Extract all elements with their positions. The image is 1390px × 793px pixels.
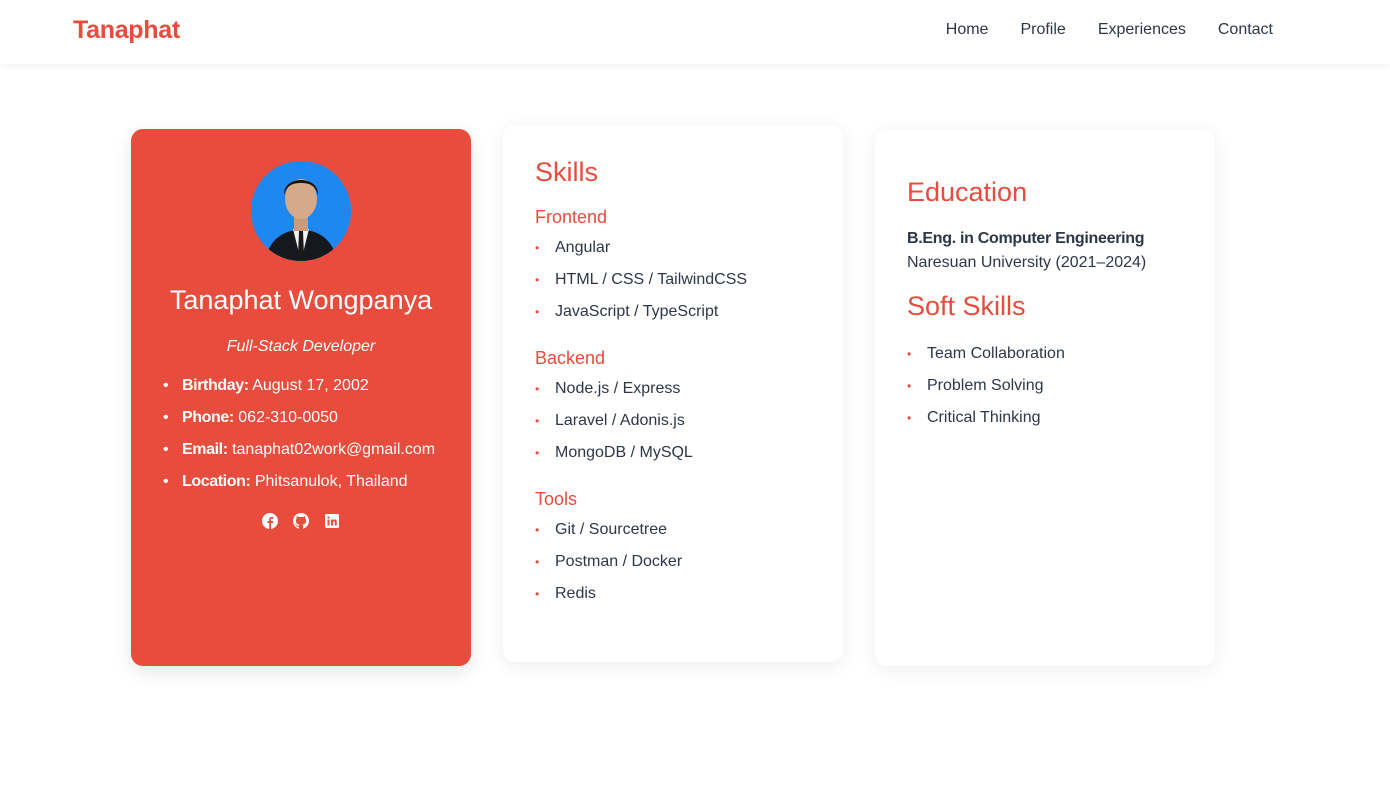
skill-group-backend-list: Node.js / Express Laravel / Adonis.js Mo… — [535, 378, 693, 474]
info-label: Birthday: — [182, 377, 249, 394]
info-label: Email: — [182, 441, 228, 458]
info-birthday: Birthday: August 17, 2002 — [163, 375, 435, 407]
skill-group-frontend-list: Angular HTML / CSS / TailwindCSS JavaScr… — [535, 237, 747, 333]
info-label: Location: — [182, 473, 251, 490]
profile-name: Tanaphat Wongpanya — [169, 285, 433, 315]
list-item: HTML / CSS / TailwindCSS — [535, 269, 747, 301]
list-item: Critical Thinking — [907, 407, 1065, 439]
avatar — [251, 161, 351, 261]
skill-group-frontend-title: Frontend — [535, 207, 608, 227]
list-item: Laravel / Adonis.js — [535, 410, 693, 442]
info-value: Phitsanulok, Thailand — [254, 473, 408, 490]
soft-skills-list: Team Collaboration Problem Solving Criti… — [907, 343, 1065, 439]
skills-card: Skills Frontend Angular HTML / CSS / Tai… — [503, 125, 843, 662]
skill-group-tools-title: Tools — [535, 489, 578, 509]
list-item: Team Collaboration — [907, 343, 1065, 375]
info-value: tanaphat02work@gmail.com — [232, 441, 436, 458]
info-phone: Phone: 062-310-0050 — [163, 407, 435, 439]
list-item: Node.js / Express — [535, 378, 693, 410]
education-title: Education — [907, 177, 1028, 207]
skill-group-tools-list: Git / Sourcetree Postman / Docker Redis — [535, 519, 682, 615]
education-degree: B.Eng. in Computer Engineering — [907, 230, 1145, 247]
info-label: Phone: — [182, 409, 234, 426]
brand-logo[interactable]: Tanaphat — [73, 16, 180, 45]
linkedin-icon[interactable] — [324, 513, 340, 529]
nav-home[interactable]: Home — [946, 21, 989, 39]
list-item: Angular — [535, 237, 747, 269]
profile-card: Tanaphat Wongpanya Full-Stack Developer … — [131, 129, 471, 666]
avatar-photo — [251, 161, 351, 261]
social-links — [131, 513, 471, 529]
info-location: Location: Phitsanulok, Thailand — [163, 471, 435, 503]
profile-role: Full-Stack Developer — [226, 338, 376, 355]
skills-title: Skills — [535, 157, 599, 187]
list-item: Problem Solving — [907, 375, 1065, 407]
info-value: 062-310-0050 — [238, 409, 338, 426]
education-school: Naresuan University (2021–2024) — [907, 254, 1147, 271]
list-item: Git / Sourcetree — [535, 519, 682, 551]
navbar: Tanaphat Home Profile Experiences Contac… — [0, 0, 1390, 64]
list-item: JavaScript / TypeScript — [535, 301, 747, 333]
list-item: Redis — [535, 583, 682, 615]
profile-info-list: Birthday: August 17, 2002 Phone: 062-310… — [163, 375, 435, 503]
facebook-icon[interactable] — [262, 513, 278, 529]
list-item: Postman / Docker — [535, 551, 682, 583]
nav-profile[interactable]: Profile — [1020, 21, 1065, 39]
education-card: Education B.Eng. in Computer Engineering… — [875, 129, 1215, 666]
nav-experiences[interactable]: Experiences — [1098, 21, 1186, 39]
soft-skills-title: Soft Skills — [907, 291, 1026, 321]
github-icon[interactable] — [293, 513, 309, 529]
info-email: Email: tanaphat02work@gmail.com — [163, 439, 435, 471]
list-item: MongoDB / MySQL — [535, 442, 693, 474]
main-nav: Home Profile Experiences Contact — [946, 21, 1273, 39]
skill-group-backend-title: Backend — [535, 348, 606, 368]
nav-contact[interactable]: Contact — [1218, 21, 1273, 39]
info-value: August 17, 2002 — [252, 377, 369, 394]
